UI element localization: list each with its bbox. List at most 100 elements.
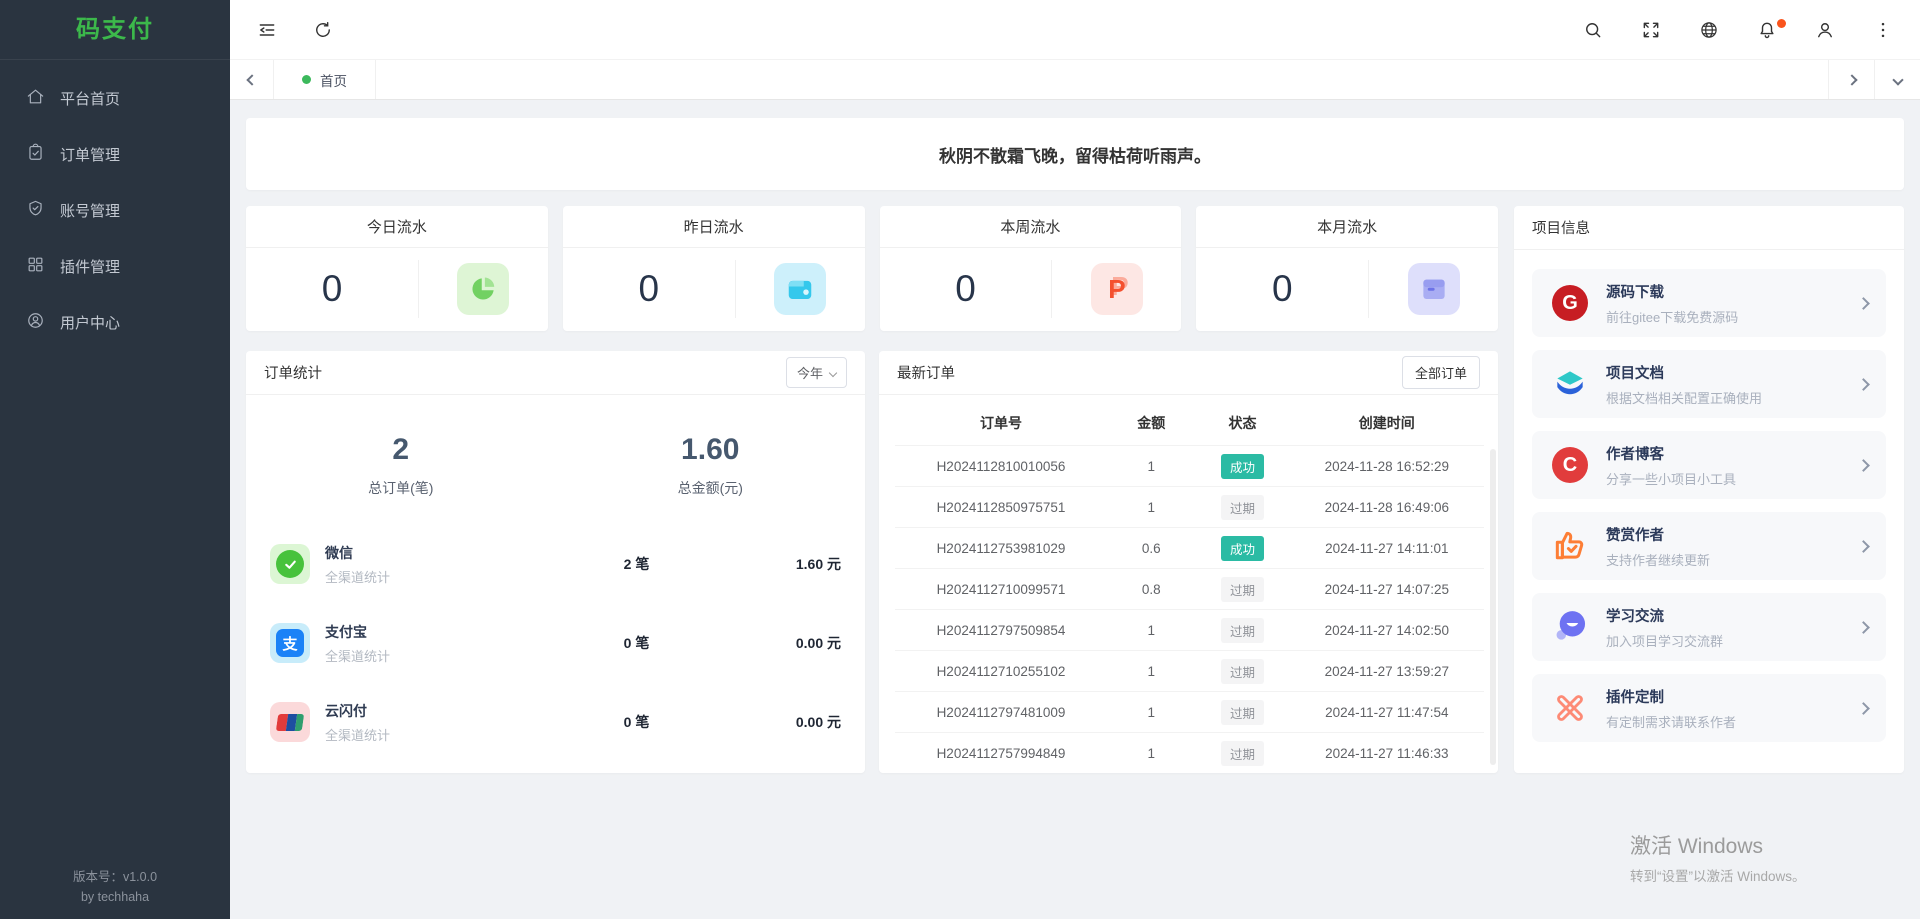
order-amount: 0.6 [1107, 541, 1195, 556]
paypal-icon: PP [1091, 263, 1143, 315]
order-amount: 1 [1107, 705, 1195, 720]
link-author-blog[interactable]: C 作者博客 分享一些小项目小工具 [1532, 431, 1886, 499]
csdn-icon: C [1550, 445, 1590, 485]
table-row[interactable]: H2024112797509854 1 过期 2024-11-27 14:02:… [895, 609, 1484, 650]
table-row[interactable]: H2024112757994849 1 过期 2024-11-27 11:46:… [895, 732, 1484, 773]
order-stats-title: 订单统计 [264, 362, 322, 383]
channel-amount: 0.00 元 [731, 712, 841, 732]
link-title: 源码下载 [1606, 281, 1859, 302]
status-badge: 过期 [1221, 577, 1264, 602]
stat-card-yesterday: 昨日流水 0 [563, 206, 865, 331]
version-info: 版本号：v1.0.0 by techhaha [0, 868, 230, 907]
latest-orders-card: 最新订单 全部订单 订单号 金额 状态 创建时间 [879, 351, 1498, 773]
tab-home[interactable]: 首页 [274, 60, 376, 99]
user-profile-icon[interactable] [1814, 19, 1836, 41]
stat-card-month: 本月流水 0 [1196, 206, 1498, 331]
sidebar-nav: 平台首页 订单管理 账号管理 插件管理 [0, 60, 230, 350]
order-time: 2024-11-27 14:02:50 [1290, 623, 1484, 638]
sidebar-item-label: 用户中心 [60, 312, 120, 333]
active-tab-dot-icon [302, 75, 311, 84]
table-scrollbar[interactable] [1490, 449, 1496, 765]
order-id: H2024112710099571 [895, 582, 1107, 597]
collapse-sidebar-icon[interactable] [256, 19, 278, 41]
stat-title: 本周流水 [880, 206, 1182, 248]
status-badge: 过期 [1221, 659, 1264, 684]
tab-label: 首页 [320, 70, 347, 90]
dashboard-bottom-row: 订单统计 今年 2 总订单(笔) [246, 351, 1498, 773]
table-row[interactable]: H2024112753981029 0.6 成功 2024-11-27 14:1… [895, 527, 1484, 568]
sidebar-item-home[interactable]: 平台首页 [0, 70, 230, 126]
sidebar-item-label: 订单管理 [60, 144, 120, 165]
fullscreen-icon[interactable] [1640, 19, 1662, 41]
status-badge: 过期 [1221, 700, 1264, 725]
channel-count: 0 笔 [542, 712, 731, 732]
version-author: by techhaha [0, 888, 230, 907]
sidebar-item-label: 插件管理 [60, 256, 120, 277]
home-icon [26, 87, 45, 110]
channel-desc: 全渠道统计 [325, 567, 542, 586]
tabs-menu-button[interactable] [1874, 60, 1920, 99]
link-project-docs[interactable]: 项目文档 根据文档相关配置正确使用 [1532, 350, 1886, 418]
col-amount: 金额 [1107, 413, 1195, 433]
sidebar-item-usercenter[interactable]: 用户中心 [0, 294, 230, 350]
status-badge: 过期 [1221, 741, 1264, 766]
search-icon[interactable] [1582, 19, 1604, 41]
tabbar: 首页 [230, 60, 1920, 100]
col-created: 创建时间 [1290, 413, 1484, 433]
table-row[interactable]: H2024112797481009 1 过期 2024-11-27 11:47:… [895, 691, 1484, 732]
channel-count: 0 笔 [542, 633, 731, 653]
sidebar-item-accounts[interactable]: 账号管理 [0, 182, 230, 238]
dashboard-left-column: 今日流水 0 [246, 206, 1498, 773]
channel-stats-list: 微信 全渠道统计 2 笔 1.60 元 支 [246, 528, 865, 754]
language-globe-icon[interactable] [1698, 19, 1720, 41]
stat-card-week: 本周流水 0 PP [880, 206, 1182, 331]
order-id: H2024112797481009 [895, 705, 1107, 720]
sidebar-item-orders[interactable]: 订单管理 [0, 126, 230, 182]
channel-amount: 0.00 元 [731, 633, 841, 653]
order-time: 2024-11-27 11:47:54 [1290, 705, 1484, 720]
table-row[interactable]: H2024112710099571 0.8 过期 2024-11-27 14:0… [895, 568, 1484, 609]
notifications-bell-icon[interactable] [1756, 19, 1778, 41]
gitee-icon: G [1550, 283, 1590, 323]
table-row[interactable]: H2024112710255102 1 过期 2024-11-27 13:59:… [895, 650, 1484, 691]
link-plugin-custom[interactable]: 插件定制 有定制需求请联系作者 [1532, 674, 1886, 742]
link-source-download[interactable]: G 源码下载 前往gitee下载免费源码 [1532, 269, 1886, 337]
user-circle-icon [26, 311, 45, 334]
topbar-right [1582, 19, 1894, 41]
table-row[interactable]: H2024112850975751 1 过期 2024-11-28 16:49:… [895, 486, 1484, 527]
stat-title: 昨日流水 [563, 206, 865, 248]
year-filter-select[interactable]: 今年 [786, 357, 847, 388]
latest-orders-title: 最新订单 [897, 362, 955, 383]
page-content: 秋阴不散霜飞晚，留得枯荷听雨声。 今日流水 0 [230, 100, 1920, 919]
sidebar-item-plugins[interactable]: 插件管理 [0, 238, 230, 294]
order-id: H2024112710255102 [895, 664, 1107, 679]
tabs-scroll-left-button[interactable] [230, 60, 274, 99]
order-amount: 1 [1107, 664, 1195, 679]
alipay-icon: 支 [270, 623, 310, 663]
more-options-icon[interactable] [1872, 19, 1894, 41]
total-amount-label: 总金额(元) [556, 478, 866, 498]
chevron-right-icon [1857, 297, 1870, 310]
table-row[interactable]: H2024112810010056 1 成功 2024-11-28 16:52:… [895, 445, 1484, 486]
all-orders-button[interactable]: 全部订单 [1402, 356, 1480, 389]
order-icon [26, 143, 45, 166]
link-learning-group[interactable]: 学习交流 加入项目学习交流群 [1532, 593, 1886, 661]
chevron-right-icon [1857, 621, 1870, 634]
link-sponsor-author[interactable]: 赞赏作者 支持作者继续更新 [1532, 512, 1886, 580]
link-desc: 加入项目学习交流群 [1606, 631, 1859, 650]
orders-table-header: 订单号 金额 状态 创建时间 [895, 401, 1484, 445]
link-title: 项目文档 [1606, 362, 1859, 383]
main-area: 首页 秋阴不散霜飞晚，留得枯荷听雨声。 今日流水 0 [230, 0, 1920, 919]
notification-dot [1777, 19, 1786, 28]
chevron-down-icon [829, 368, 837, 376]
app-window: 码支付 平台首页 订单管理 账号管理 [0, 0, 1920, 919]
link-desc: 有定制需求请联系作者 [1606, 712, 1859, 731]
status-badge: 过期 [1221, 618, 1264, 643]
status-badge: 过期 [1221, 495, 1264, 520]
tabs-scroll-right-button[interactable] [1828, 60, 1874, 99]
order-time: 2024-11-27 11:46:33 [1290, 746, 1484, 761]
unionpay-icon [270, 702, 310, 742]
refresh-icon[interactable] [312, 19, 334, 41]
order-id: H2024112757994849 [895, 746, 1107, 761]
total-amount-value: 1.60 [556, 433, 866, 467]
